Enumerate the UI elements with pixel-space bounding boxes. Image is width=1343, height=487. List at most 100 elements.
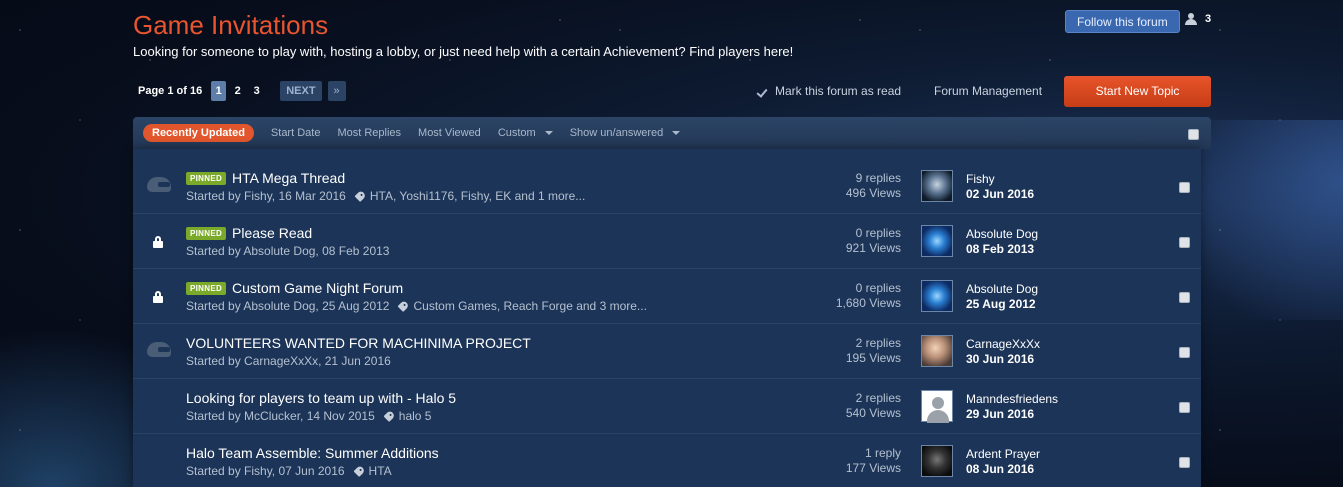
table-row: Looking for players to team up with - Ha… xyxy=(133,379,1201,434)
last-poster-name[interactable]: Ardent Prayer xyxy=(966,447,1040,462)
tag-icon xyxy=(383,409,396,423)
last-poster-name[interactable]: CarnageXxXx xyxy=(966,337,1040,352)
topic-title-link[interactable]: Please Read xyxy=(232,225,312,241)
avatar[interactable] xyxy=(921,390,953,423)
view-count: 540 Views xyxy=(845,406,901,420)
page-3[interactable]: 3 xyxy=(249,81,264,101)
chevron-down-icon xyxy=(544,131,553,135)
tab-show-unanswered-label: Show un/answered xyxy=(569,127,664,139)
topic-checkbox[interactable] xyxy=(1179,402,1190,413)
topic-tags[interactable]: HTA, Yoshi1176, Fishy, EK and 1 more... xyxy=(370,189,585,203)
topic-status-icon xyxy=(147,342,171,357)
topic-stats: 0 replies 921 Views xyxy=(846,226,901,256)
reply-count: 0 replies xyxy=(855,226,901,240)
avatar[interactable] xyxy=(921,335,953,367)
helmet-icon xyxy=(147,342,171,357)
topic-starter[interactable]: Started by CarnageXxXx, 21 Jun 2016 xyxy=(186,354,391,368)
view-count: 496 Views xyxy=(845,186,901,200)
chevron-down-icon xyxy=(672,131,681,135)
topic-checkbox[interactable] xyxy=(1179,347,1190,358)
topic-stats: 2 replies 195 Views xyxy=(846,336,901,366)
topic-starter[interactable]: Started by McClucker, 14 Nov 2015 xyxy=(186,409,375,423)
tab-show-unanswered[interactable]: Show un/answered xyxy=(570,127,681,139)
view-count: 177 Views xyxy=(845,461,901,475)
page-info: Page 1 of 16 xyxy=(138,85,203,97)
table-row: VOLUNTEERS WANTED FOR MACHINIMA PROJECT … xyxy=(133,324,1201,379)
last-poster-name[interactable]: Fishy xyxy=(966,172,1034,187)
last-poster-name[interactable]: Manndesfriedens xyxy=(966,392,1058,407)
forum-management-link[interactable]: Forum Management xyxy=(934,84,1042,98)
topic-list: PINNED HTA Mega Thread Started by Fishy,… xyxy=(133,149,1201,487)
last-poster-name[interactable]: Absolute Dog xyxy=(966,227,1038,242)
follower-count[interactable]: 3 xyxy=(1185,13,1211,25)
last-post-date[interactable]: 29 Jun 2016 xyxy=(966,407,1058,422)
follower-count-value: 3 xyxy=(1205,13,1212,25)
mark-forum-read-link[interactable]: Mark this forum as read xyxy=(758,84,901,98)
topic-tags[interactable]: Custom Games, Reach Forge and 3 more... xyxy=(413,299,646,313)
view-count: 195 Views xyxy=(845,351,901,365)
select-all-checkbox[interactable] xyxy=(1188,129,1199,140)
topic-title-link[interactable]: Looking for players to team up with - Ha… xyxy=(186,390,456,406)
reply-count: 2 replies xyxy=(855,336,901,350)
last-poster-name[interactable]: Absolute Dog xyxy=(966,282,1038,297)
avatar[interactable] xyxy=(921,445,953,477)
checkmark-icon xyxy=(758,87,769,95)
pinned-badge: PINNED xyxy=(186,171,227,185)
next-page-button[interactable]: NEXT xyxy=(280,81,322,101)
topic-stats: 2 replies 540 Views xyxy=(846,391,901,421)
topic-starter[interactable]: Started by Fishy, 16 Mar 2016 xyxy=(186,189,346,203)
last-post-date[interactable]: 02 Jun 2016 xyxy=(966,187,1034,202)
tab-custom[interactable]: Custom xyxy=(498,127,553,139)
topic-starter[interactable]: Started by Absolute Dog, 25 Aug 2012 xyxy=(186,299,389,313)
table-row: PINNED Custom Game Night Forum Started b… xyxy=(133,269,1201,324)
pagination: Page 1 of 16 1 2 3 NEXT » xyxy=(133,81,346,101)
avatar[interactable] xyxy=(921,280,953,312)
topic-checkbox[interactable] xyxy=(1179,292,1190,303)
users-icon xyxy=(1185,13,1201,25)
topic-title-link[interactable]: Custom Game Night Forum xyxy=(232,280,403,296)
topic-starter[interactable]: Started by Absolute Dog, 08 Feb 2013 xyxy=(186,244,389,258)
tab-custom-label: Custom xyxy=(497,127,536,139)
tab-most-replies[interactable]: Most Replies xyxy=(337,127,401,139)
topic-starter[interactable]: Started by Fishy, 07 Jun 2016 xyxy=(186,464,345,478)
page-title: Game Invitations xyxy=(133,10,329,40)
topic-title-link[interactable]: Halo Team Assemble: Summer Additions xyxy=(186,445,439,461)
tab-start-date[interactable]: Start Date xyxy=(271,127,321,139)
topic-checkbox[interactable] xyxy=(1179,237,1190,248)
avatar[interactable] xyxy=(921,225,953,257)
topic-checkbox[interactable] xyxy=(1179,457,1190,468)
forum-description: Looking for someone to play with, hostin… xyxy=(133,44,794,59)
topic-title-link[interactable]: VOLUNTEERS WANTED FOR MACHINIMA PROJECT xyxy=(186,335,531,351)
topic-status-icon xyxy=(147,232,163,248)
lock-icon xyxy=(153,236,163,248)
topic-title-link[interactable]: HTA Mega Thread xyxy=(232,170,345,186)
topic-tags[interactable]: HTA xyxy=(369,464,392,478)
last-post-date[interactable]: 08 Jun 2016 xyxy=(966,462,1040,477)
tab-recently-updated[interactable]: Recently Updated xyxy=(143,124,254,142)
last-page-button[interactable]: » xyxy=(327,81,346,101)
topic-status-icon xyxy=(147,177,171,192)
last-post-date[interactable]: 30 Jun 2016 xyxy=(966,352,1040,367)
follow-forum-button[interactable]: Follow this forum xyxy=(1065,10,1180,33)
lock-icon xyxy=(153,291,163,303)
topic-tags[interactable]: halo 5 xyxy=(399,409,432,423)
table-row: PINNED HTA Mega Thread Started by Fishy,… xyxy=(133,159,1201,214)
page-1[interactable]: 1 xyxy=(211,81,227,101)
mark-read-label: Mark this forum as read xyxy=(775,84,902,98)
page-2[interactable]: 2 xyxy=(230,81,245,101)
topic-status-icon xyxy=(147,287,163,303)
last-post-date[interactable]: 08 Feb 2013 xyxy=(966,242,1038,257)
avatar[interactable] xyxy=(921,170,953,202)
tag-icon xyxy=(354,189,367,203)
last-post-date[interactable]: 25 Aug 2012 xyxy=(966,297,1038,312)
table-row: Halo Team Assemble: Summer Additions Sta… xyxy=(133,434,1201,487)
tab-most-viewed[interactable]: Most Viewed xyxy=(418,127,481,139)
topic-stats: 9 replies 496 Views xyxy=(846,171,901,201)
topic-stats: 1 reply 177 Views xyxy=(846,446,901,476)
tag-icon xyxy=(353,464,366,478)
helmet-icon xyxy=(147,177,171,192)
pinned-badge: PINNED xyxy=(186,226,227,240)
sort-tabs: Recently Updated Start Date Most Replies… xyxy=(133,117,1211,149)
topic-checkbox[interactable] xyxy=(1179,182,1190,193)
start-new-topic-button[interactable]: Start New Topic xyxy=(1064,76,1211,107)
